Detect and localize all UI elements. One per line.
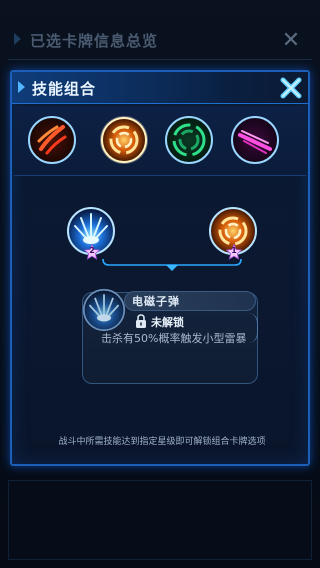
combo-slot-left[interactable]: 2	[66, 206, 116, 260]
combo-connector	[102, 259, 242, 271]
detail-description: 击杀有50%概率触发小型雷暴	[101, 332, 247, 345]
green-swirl-skill-icon	[165, 116, 213, 164]
detail-skill-name: 电磁子弹	[132, 295, 180, 308]
star-level: 1	[231, 246, 237, 255]
electro-bullet-skill-icon	[82, 288, 126, 332]
skill-fire-vortex[interactable]	[99, 115, 149, 165]
skill-claw-slash[interactable]	[27, 115, 77, 165]
background-title: 已选卡牌信息总览	[30, 32, 159, 50]
close-button[interactable]	[278, 75, 304, 101]
lock-icon	[136, 314, 146, 328]
background-card	[8, 480, 312, 560]
skill-combo-modal: 技能组合 2 1 电磁子弹 未解锁 击杀有50%概率触发小型雷暴 战斗中所需技能…	[10, 70, 310, 466]
modal-header: 技能组合	[12, 72, 308, 104]
modal-title: 技能组合	[32, 80, 97, 98]
skill-pink-slash[interactable]	[230, 115, 280, 165]
background-arrow-icon	[14, 33, 21, 45]
star-badge-right: 1	[226, 244, 242, 260]
star-level: 2	[89, 246, 95, 255]
game-screen: 已选卡牌信息总览 ✕ 技能组合 2 1 电磁子弹 未解锁 击杀有50%概率触发小…	[0, 0, 320, 568]
unlock-hint: 战斗中所需技能达到指定星级即可解锁组合卡牌选项	[58, 437, 266, 447]
pink-slash-skill-icon	[231, 116, 279, 164]
close-x-icon	[280, 77, 302, 99]
star-badge-left: 2	[84, 244, 100, 260]
combo-slot-right[interactable]: 1	[208, 206, 258, 260]
header-arrow-icon	[18, 81, 25, 93]
detail-skill-icon-wrap	[82, 288, 126, 332]
lock-status-label: 未解锁	[151, 316, 184, 329]
claw-slash-skill-icon	[28, 116, 76, 164]
fire-vortex-skill-icon	[100, 116, 148, 164]
combo-area: 2 1 电磁子弹 未解锁 击杀有50%概率触发小型雷暴	[26, 182, 294, 452]
background-close-icon: ✕	[281, 28, 301, 53]
skill-green-swirl[interactable]	[164, 115, 214, 165]
skill-row	[14, 106, 306, 176]
